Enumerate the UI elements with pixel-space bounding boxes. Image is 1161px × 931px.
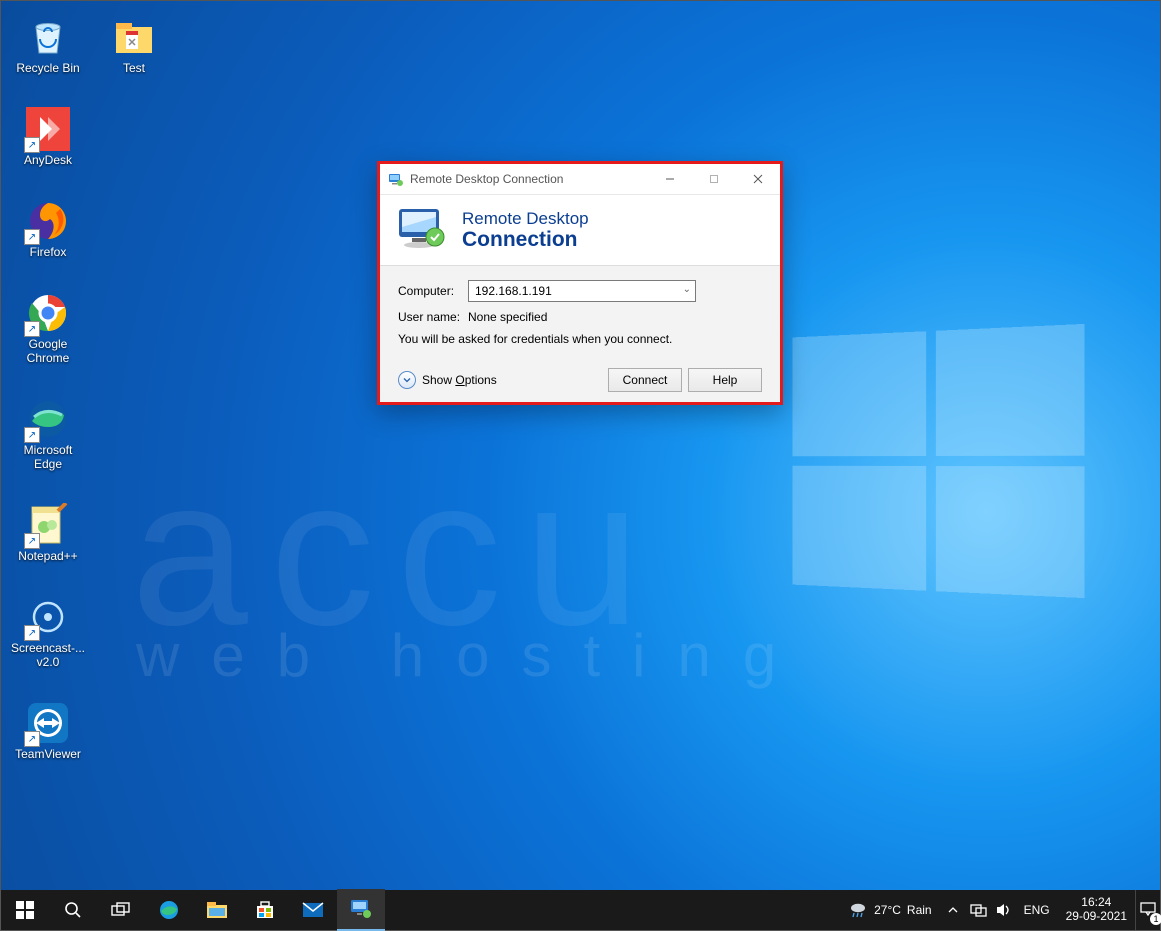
rdc-header-line2: Connection bbox=[462, 229, 589, 250]
clock-time: 16:24 bbox=[1066, 896, 1127, 910]
recycle-bin-icon bbox=[26, 15, 70, 59]
desktop-icon-test-folder[interactable]: Test bbox=[95, 15, 173, 76]
test-folder-icon bbox=[112, 15, 156, 59]
desktop-icon-firefox[interactable]: ↗Firefox bbox=[9, 199, 87, 260]
desktop[interactable]: Recycle BinTest↗AnyDesk↗Firefox↗Google C… bbox=[1, 1, 1160, 930]
desktop-icon-screencast[interactable]: ↗Screencast-... v2.0 bbox=[9, 595, 87, 670]
shortcut-overlay-icon: ↗ bbox=[24, 731, 40, 747]
shortcut-overlay-icon: ↗ bbox=[24, 625, 40, 641]
remote-desktop-window: Remote Desktop Connection Remote Desktop… bbox=[377, 161, 783, 405]
weather-cond: Rain bbox=[907, 903, 932, 917]
taskbar-edge-icon[interactable] bbox=[145, 890, 193, 930]
desktop-icon-google-chrome[interactable]: ↗Google Chrome bbox=[9, 291, 87, 366]
tray-overflow-icon[interactable] bbox=[940, 890, 966, 930]
taskbar-store-icon[interactable] bbox=[241, 890, 289, 930]
teamviewer-icon: ↗ bbox=[26, 701, 70, 745]
system-tray: 27°C Rain ENG 16:24 29-09-2021 1 bbox=[840, 890, 1160, 930]
icon-label: Firefox bbox=[30, 246, 67, 260]
icon-label: TeamViewer bbox=[15, 748, 81, 762]
taskbar-file-explorer-icon[interactable] bbox=[193, 890, 241, 930]
google-chrome-icon: ↗ bbox=[26, 291, 70, 335]
window-title: Remote Desktop Connection bbox=[410, 172, 648, 186]
rdc-header-line1: Remote Desktop bbox=[462, 209, 589, 229]
icon-label: Google Chrome bbox=[9, 338, 87, 366]
rdc-header: Remote Desktop Connection bbox=[380, 195, 780, 266]
language-indicator[interactable]: ENG bbox=[1016, 890, 1058, 930]
weather-icon bbox=[848, 901, 868, 919]
desktop-icon-notepadpp[interactable]: ↗Notepad++ bbox=[9, 503, 87, 564]
network-icon[interactable] bbox=[966, 890, 992, 930]
notification-badge: 1 bbox=[1150, 913, 1161, 925]
start-button[interactable] bbox=[1, 890, 49, 930]
chevron-down-icon: ⌄ bbox=[683, 284, 691, 295]
icon-label: AnyDesk bbox=[24, 154, 72, 168]
taskbar-mail-icon[interactable] bbox=[289, 890, 337, 930]
username-value: None specified bbox=[468, 310, 547, 324]
icon-label: Screencast-... v2.0 bbox=[9, 642, 87, 670]
taskbar-rdc-icon[interactable] bbox=[337, 889, 385, 931]
shortcut-overlay-icon: ↗ bbox=[24, 137, 40, 153]
icon-label: Notepad++ bbox=[18, 550, 77, 564]
shortcut-overlay-icon: ↗ bbox=[24, 229, 40, 245]
shortcut-overlay-icon: ↗ bbox=[24, 427, 40, 443]
username-label: User name: bbox=[398, 310, 468, 324]
computer-value: 192.168.1.191 bbox=[475, 284, 552, 298]
expand-icon bbox=[398, 371, 416, 389]
icon-label: Microsoft Edge bbox=[9, 444, 87, 472]
shortcut-overlay-icon: ↗ bbox=[24, 321, 40, 337]
microsoft-edge-icon: ↗ bbox=[26, 397, 70, 441]
window-titlebar[interactable]: Remote Desktop Connection bbox=[380, 164, 780, 195]
desktop-icon-microsoft-edge[interactable]: ↗Microsoft Edge bbox=[9, 397, 87, 472]
weather-temp: 27°C bbox=[874, 903, 901, 917]
help-button[interactable]: Help bbox=[688, 368, 762, 392]
weather-widget[interactable]: 27°C Rain bbox=[840, 890, 940, 930]
icon-label: Recycle Bin bbox=[16, 62, 79, 76]
clock[interactable]: 16:24 29-09-2021 bbox=[1058, 896, 1135, 924]
credentials-message: You will be asked for credentials when y… bbox=[398, 332, 762, 346]
action-center-icon[interactable]: 1 bbox=[1135, 890, 1160, 930]
rdc-monitor-icon bbox=[398, 207, 448, 251]
computer-label: Computer: bbox=[398, 284, 468, 298]
desktop-icon-teamviewer[interactable]: ↗TeamViewer bbox=[9, 701, 87, 762]
taskbar: 27°C Rain ENG 16:24 29-09-2021 1 bbox=[1, 890, 1160, 930]
desktop-icon-recycle-bin[interactable]: Recycle Bin bbox=[9, 15, 87, 76]
computer-combobox[interactable]: 192.168.1.191 ⌄ bbox=[468, 280, 696, 302]
minimize-button[interactable] bbox=[648, 164, 692, 194]
volume-icon[interactable] bbox=[992, 890, 1016, 930]
show-options-toggle[interactable]: Show Options bbox=[398, 371, 497, 389]
firefox-icon: ↗ bbox=[26, 199, 70, 243]
task-view-button[interactable] bbox=[97, 890, 145, 930]
desktop-icon-anydesk[interactable]: ↗AnyDesk bbox=[9, 107, 87, 168]
notepadpp-icon: ↗ bbox=[26, 503, 70, 547]
search-button[interactable] bbox=[49, 890, 97, 930]
shortcut-overlay-icon: ↗ bbox=[24, 533, 40, 549]
anydesk-icon: ↗ bbox=[26, 107, 70, 151]
screencast-icon: ↗ bbox=[26, 595, 70, 639]
connect-button[interactable]: Connect bbox=[608, 368, 682, 392]
icon-label: Test bbox=[123, 62, 145, 76]
maximize-button[interactable] bbox=[692, 164, 736, 194]
clock-date: 29-09-2021 bbox=[1066, 910, 1127, 924]
close-button[interactable] bbox=[736, 164, 780, 194]
rdc-app-icon bbox=[388, 171, 404, 187]
